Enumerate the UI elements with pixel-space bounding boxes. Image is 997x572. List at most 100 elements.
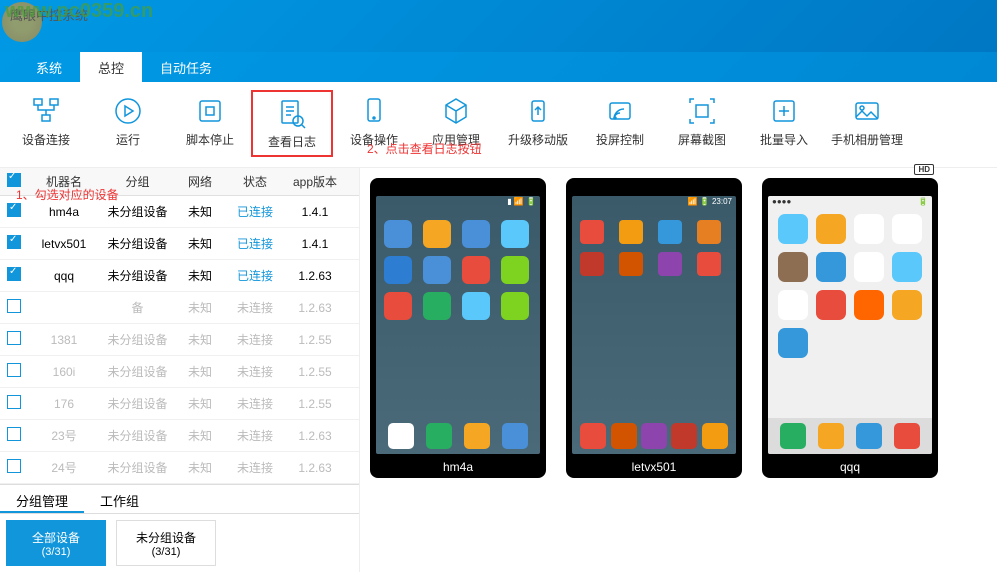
tool-log[interactable]: 查看日志: [251, 90, 333, 157]
tool-album[interactable]: 手机相册管理: [825, 90, 909, 157]
app-icon: [501, 292, 529, 320]
row-checkbox[interactable]: [7, 299, 21, 313]
app-icon: [501, 256, 529, 284]
dock-icon: [641, 423, 667, 449]
tool-cast[interactable]: 投屏控制: [579, 90, 661, 157]
group-count: (3/31): [152, 546, 181, 558]
hd-badge: HD: [914, 164, 934, 175]
tab-1[interactable]: 总控: [80, 52, 142, 82]
row-checkbox[interactable]: [7, 363, 21, 377]
cell-network: 未知: [175, 267, 225, 284]
dock-icon: [780, 423, 806, 449]
tool-label: 屏幕截图: [678, 131, 726, 148]
cell-version: 1.2.63: [285, 301, 345, 315]
app-icon: [619, 220, 643, 244]
cell-version: 1.2.63: [285, 461, 345, 475]
status-bar: 📶 🔋 23:07: [572, 196, 736, 210]
cell-status: 未连接: [225, 363, 285, 380]
row-checkbox[interactable]: [7, 459, 21, 473]
tool-import[interactable]: 批量导入: [743, 90, 825, 157]
tab-0[interactable]: 系统: [18, 52, 80, 82]
table-row[interactable]: 24号 未分组设备 未知 未连接 1.2.63: [0, 452, 359, 484]
cell-network: 未知: [175, 203, 225, 220]
app-icon: [816, 214, 846, 244]
bottom-tab-1[interactable]: 工作组: [84, 485, 155, 513]
upgrade-icon: [522, 95, 554, 127]
header-status[interactable]: 状态: [225, 173, 285, 190]
app-icon: [892, 290, 922, 320]
group-btn-0[interactable]: 全部设备 (3/31): [6, 520, 106, 566]
app-icon: [619, 252, 643, 276]
group-label: 未分组设备: [136, 529, 196, 546]
dock-icon: [388, 423, 414, 449]
row-checkbox[interactable]: [7, 331, 21, 345]
select-all-checkbox[interactable]: [7, 173, 21, 187]
phone-preview-letvx501[interactable]: 📶 🔋 23:07 letvx501: [566, 178, 742, 478]
cell-name: qqq: [28, 269, 100, 283]
row-checkbox[interactable]: [7, 267, 21, 281]
bottom-tab-0[interactable]: 分组管理: [0, 485, 84, 513]
toolbar: 设备连接 运行 脚本停止 查看日志 设备操作 应用管理 升级移动版 投屏控制 屏…: [0, 82, 997, 168]
cell-group: 未分组设备: [100, 331, 175, 348]
cell-version: 1.4.1: [285, 237, 345, 251]
tool-stop[interactable]: 脚本停止: [169, 90, 251, 157]
row-checkbox[interactable]: [7, 203, 21, 217]
table-row[interactable]: letvx501 未分组设备 未知 已连接 1.4.1: [0, 228, 359, 260]
header-network[interactable]: 网络: [175, 173, 225, 190]
cell-group: 未分组设备: [100, 203, 175, 220]
app-icon: [501, 220, 529, 248]
table-row[interactable]: qqq 未分组设备 未知 已连接 1.2.63: [0, 260, 359, 292]
table-row[interactable]: 1381 未分组设备 未知 未连接 1.2.55: [0, 324, 359, 356]
tool-label: 设备连接: [22, 131, 70, 148]
row-checkbox[interactable]: [7, 427, 21, 441]
phone-screen: ▮ 📶 🔋: [376, 196, 540, 454]
cell-network: 未知: [175, 363, 225, 380]
row-checkbox[interactable]: [7, 235, 21, 249]
app-icon: [658, 252, 682, 276]
tool-label: 手机相册管理: [831, 131, 903, 148]
app-icon: [778, 290, 808, 320]
app-icon: [462, 292, 490, 320]
cell-status: 已连接: [225, 235, 285, 252]
cell-network: 未知: [175, 459, 225, 476]
table-row[interactable]: 176 未分组设备 未知 未连接 1.2.55: [0, 388, 359, 420]
tool-connect[interactable]: 设备连接: [5, 90, 87, 157]
tab-2[interactable]: 自动任务: [142, 52, 230, 82]
cell-name: 160i: [28, 365, 100, 379]
tool-screenshot[interactable]: 屏幕截图: [661, 90, 743, 157]
app-icon: [816, 290, 846, 320]
app-icon: [892, 214, 922, 244]
tool-upgrade[interactable]: 升级移动版: [497, 90, 579, 157]
app-icon: [580, 220, 604, 244]
app-icon: [778, 328, 808, 358]
cell-version: 1.2.55: [285, 365, 345, 379]
app-icon: [697, 252, 721, 276]
dock-icon: [818, 423, 844, 449]
tool-play[interactable]: 运行: [87, 90, 169, 157]
album-icon: [851, 95, 883, 127]
table-row[interactable]: 23号 未分组设备 未知 未连接 1.2.63: [0, 420, 359, 452]
table-row[interactable]: 160i 未分组设备 未知 未连接 1.2.55: [0, 356, 359, 388]
tool-label: 查看日志: [268, 133, 316, 150]
cell-group: 未分组设备: [100, 363, 175, 380]
app-icon: [462, 220, 490, 248]
cell-network: 未知: [175, 395, 225, 412]
phone-label: letvx501: [566, 460, 742, 474]
cell-version: 1.2.55: [285, 397, 345, 411]
cell-version: 1.2.63: [285, 429, 345, 443]
status-bar: ●●●●🔋: [768, 196, 932, 210]
row-checkbox[interactable]: [7, 395, 21, 409]
cell-version: 1.2.55: [285, 333, 345, 347]
watermark-text: www.pc0359.cn: [5, 0, 153, 23]
cast-icon: [604, 95, 636, 127]
dock-icon: [464, 423, 490, 449]
cell-name: 24号: [28, 459, 100, 476]
header-version[interactable]: app版本: [285, 173, 345, 190]
app-icon: [854, 252, 884, 282]
dock-icon: [856, 423, 882, 449]
phone-preview-qqq[interactable]: HD ●●●●🔋 qqq: [762, 178, 938, 478]
phone-preview-hm4a[interactable]: ▮ 📶 🔋 hm4a: [370, 178, 546, 478]
cell-status: 未连接: [225, 459, 285, 476]
table-row[interactable]: 备 未知 未连接 1.2.63: [0, 292, 359, 324]
group-btn-1[interactable]: 未分组设备 (3/31): [116, 520, 216, 566]
